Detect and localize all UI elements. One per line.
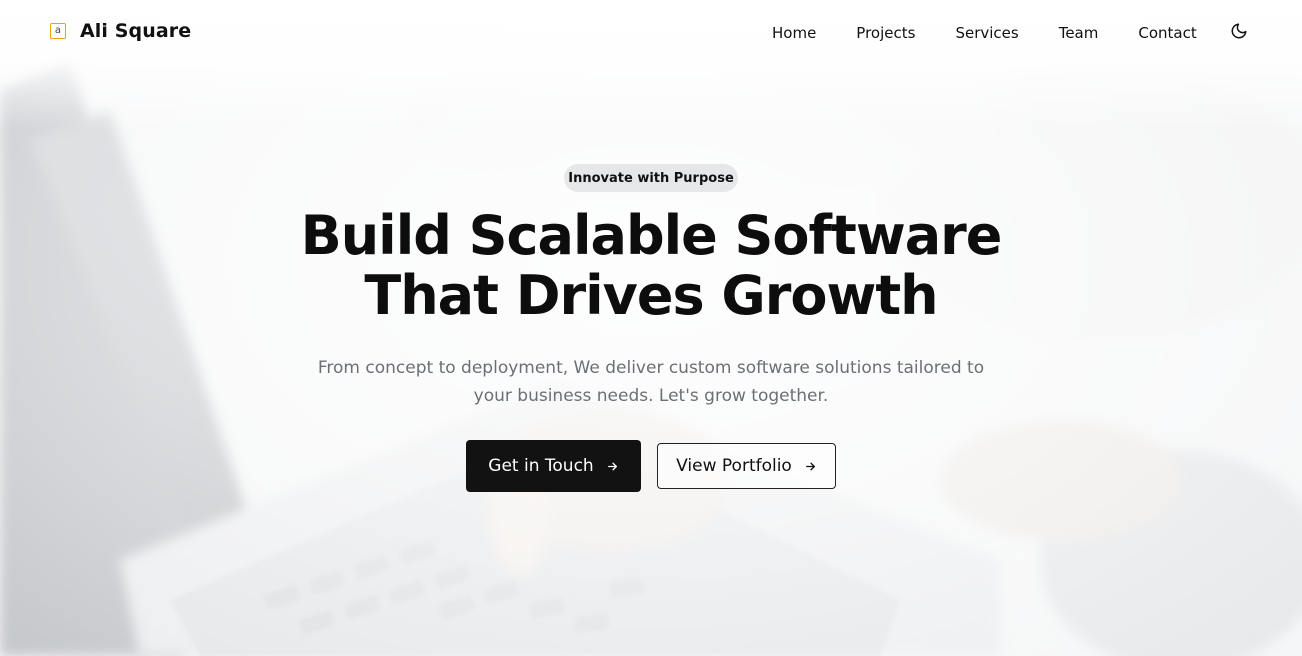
arrow-right-icon: [805, 462, 815, 470]
moon-icon: [1231, 23, 1247, 39]
hero-subtext: From concept to deployment, We deliver c…: [317, 358, 985, 406]
brand-name: Ali Square: [80, 20, 192, 42]
hero-headline-line-2: That Drives Growth: [364, 264, 938, 327]
brand[interactable]: a Ali Square: [50, 20, 191, 42]
nav-link-home[interactable]: Home: [772, 24, 816, 42]
nav-link-projects[interactable]: Projects: [856, 24, 915, 42]
hero-headline-line-1: Build Scalable Software: [300, 204, 1003, 267]
view-portfolio-label: View Portfolio: [676, 456, 792, 476]
nav-link-contact[interactable]: Contact: [1138, 24, 1196, 42]
nav-link-services[interactable]: Services: [955, 24, 1018, 42]
hero-badge: Innovate with Purpose: [564, 164, 738, 192]
arrow-right-icon: [607, 462, 617, 470]
theme-toggle-button[interactable]: [1230, 22, 1248, 40]
get-in-touch-label: Get in Touch: [488, 456, 594, 476]
view-portfolio-button[interactable]: View Portfolio: [657, 443, 836, 489]
logo-icon: a: [50, 23, 66, 39]
get-in-touch-button[interactable]: Get in Touch: [466, 440, 641, 492]
site-header: a Ali Square Home Projects Services Team…: [0, 0, 1302, 66]
hero-section: Innovate with Purpose Build Scalable Sof…: [0, 0, 1302, 656]
page: a Ali Square Home Projects Services Team…: [0, 0, 1302, 656]
hero-headline: Build Scalable Software That Drives Grow…: [251, 206, 1051, 326]
nav-link-team[interactable]: Team: [1059, 24, 1099, 42]
main-nav: Home Projects Services Team Contact: [772, 24, 1237, 42]
